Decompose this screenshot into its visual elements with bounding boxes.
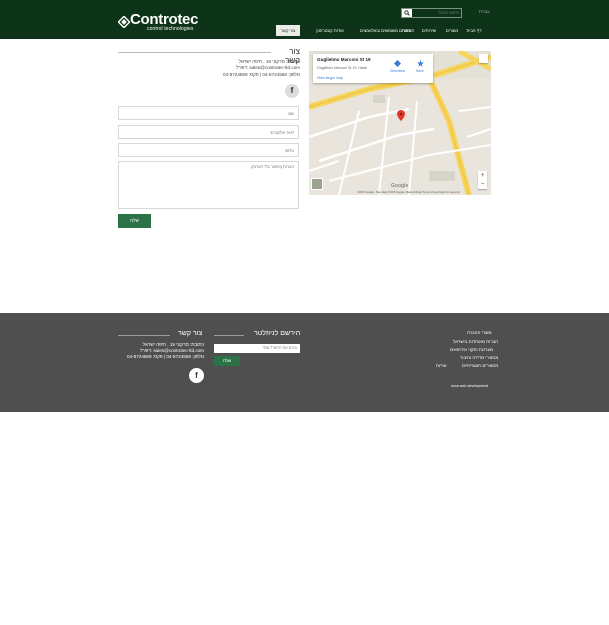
search-icon: [404, 10, 410, 16]
map-attribution: ©2015 Google - Map data ©2015 Google, Ma…: [357, 191, 461, 194]
satellite-toggle[interactable]: [311, 178, 323, 190]
nav-item-about[interactable]: אודות קונטרוטק: [304, 25, 356, 36]
site-footer: [0, 313, 609, 412]
email-field[interactable]: [118, 125, 299, 139]
logo-mark-icon: [118, 16, 130, 28]
save-link[interactable]: Save: [416, 69, 424, 73]
newsletter-email-input[interactable]: [214, 344, 300, 353]
zoom-in-button[interactable]: +: [478, 171, 487, 180]
footer-contact-title: צור קשר: [178, 330, 203, 337]
newsletter-submit-button[interactable]: שלח: [214, 356, 240, 366]
site-header: Controtec control technologies עברית צור…: [0, 0, 609, 39]
map-pin-icon[interactable]: [397, 110, 405, 121]
language-link[interactable]: עברית: [479, 9, 490, 14]
logo-wordmark: Controtec: [130, 11, 199, 28]
newsletter-divider: [214, 335, 244, 336]
phone-field[interactable]: [118, 143, 299, 157]
larger-map-link[interactable]: View larger map: [317, 76, 343, 80]
footer-credit[interactable]: nova web development: [451, 384, 488, 388]
facebook-icon[interactable]: f: [285, 84, 299, 98]
footer-facebook-icon[interactable]: f: [189, 368, 204, 383]
footer-link-about[interactable]: אודות: [436, 363, 447, 368]
search-box: [401, 8, 462, 18]
place-address: Guglielmo Marconi St 19, Haifa: [317, 66, 367, 70]
search-input[interactable]: [413, 9, 461, 17]
directions-icon[interactable]: [394, 60, 401, 67]
footer-link-3[interactable]: מכשירי מדידה וחיבור: [460, 355, 498, 360]
title-divider: [118, 52, 271, 53]
place-title: Guglielmo Marconi St 19: [317, 57, 371, 62]
zoom-out-button[interactable]: −: [478, 180, 487, 189]
footer-link-1[interactable]: חברות מאוחדות בישראל: [453, 339, 498, 344]
footer-contact-divider: [118, 335, 170, 336]
footer-links-heading: מוצרי החברה: [467, 330, 492, 335]
logo-tagline: control technologies: [147, 26, 194, 32]
search-button[interactable]: [402, 9, 412, 17]
site-logo[interactable]: Controtec control technologies: [118, 11, 208, 36]
contact-phone: טלפון: 04-8724558 | פקס: 04-8724559: [223, 71, 300, 77]
footer-contact-phone: טלפון: 04-8724558 | פקס: 04-8724559: [127, 354, 204, 359]
directions-link[interactable]: Directions: [390, 69, 405, 73]
nav-item-home[interactable]: דף הבית: [462, 25, 486, 36]
nav-item-contact[interactable]: צור קשר: [276, 25, 300, 36]
location-map[interactable]: Guglielmo Marconi St 19 Guglielmo Marcon…: [309, 51, 491, 195]
newsletter-title: הירשם לניוזלטר: [254, 330, 301, 337]
send-button[interactable]: שלח: [118, 214, 151, 228]
footer-link-2[interactable]: מערכות ותקני אירופאים: [450, 347, 493, 352]
contact-details: כתובת: מרקוני 19 , חיפה ישראל דוא"ל: sal…: [200, 59, 300, 78]
save-star-icon[interactable]: [417, 60, 424, 67]
fullscreen-icon[interactable]: [479, 54, 488, 63]
name-field[interactable]: [118, 106, 299, 120]
google-logo: Google: [391, 183, 409, 189]
place-card: Guglielmo Marconi St 19 Guglielmo Marcon…: [313, 54, 433, 83]
zoom-control: + −: [478, 171, 487, 189]
footer-link-4[interactable]: מכשירים תעשייתיים: [462, 363, 498, 368]
message-field[interactable]: [118, 161, 299, 209]
